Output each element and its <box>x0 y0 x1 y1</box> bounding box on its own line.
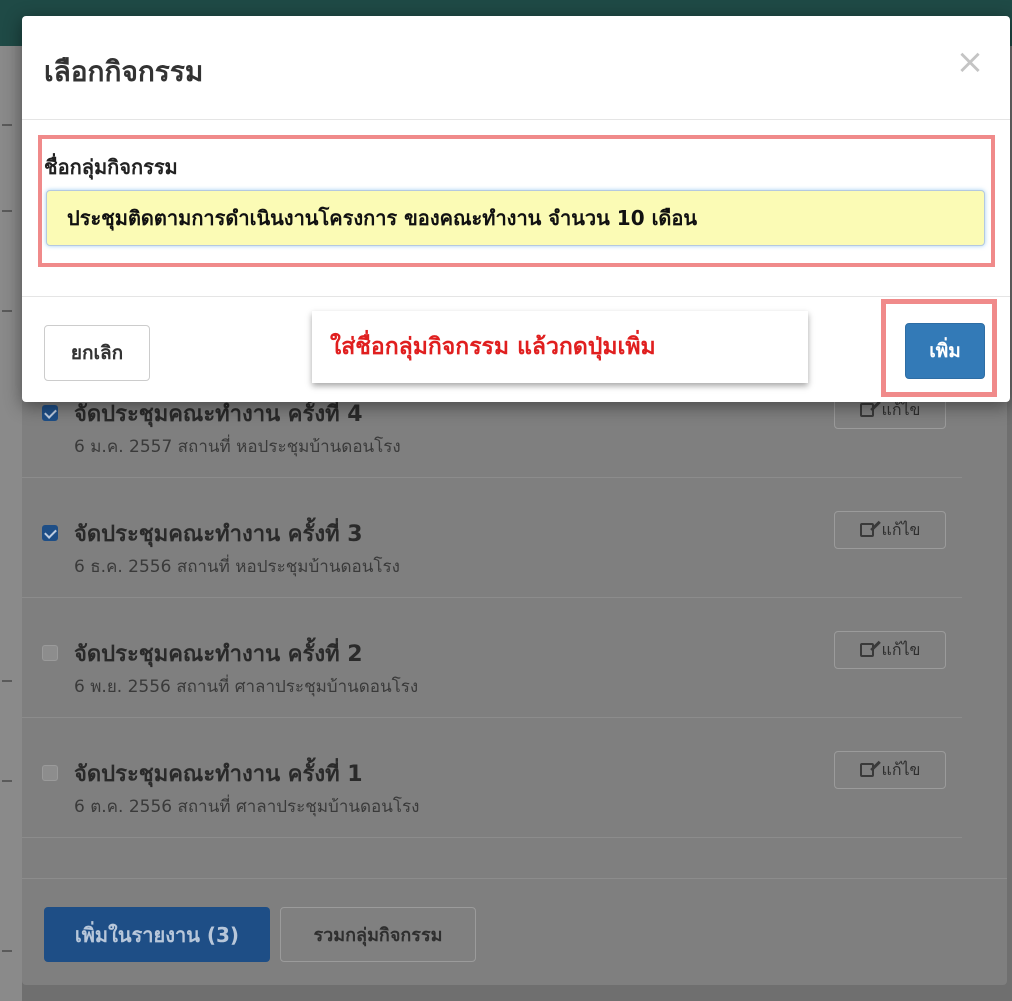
activity-row: จัดประชุมคณะทำงาน ครั้งที่ 2 6 พ.ย. 2556… <box>22 598 962 718</box>
activity-title: จัดประชุมคณะทำงาน ครั้งที่ 1 <box>74 762 363 787</box>
activity-detail: 6 พ.ย. 2556 สถานที่ ศาลาประชุมบ้านดอนโรง <box>74 677 419 697</box>
dialog-body: ชื่อกลุ่มกิจกรรม ประชุมติดตามการดำเนินงา… <box>22 120 1010 296</box>
edit-button-label: แก้ไข <box>881 639 921 659</box>
edit-icon <box>859 403 874 417</box>
activity-title: จัดประชุมคณะทำงาน ครั้งที่ 2 <box>74 642 363 667</box>
edit-button[interactable]: แก้ไข <box>834 751 946 789</box>
dialog-footer: ยกเลิก ใส่ชื่อกลุ่มกิจกรรม แล้วกดปุ่มเพิ… <box>22 296 1010 402</box>
background-page-fragment <box>2 296 12 312</box>
activity-detail: 6 ธ.ค. 2556 สถานที่ หอประชุมบ้านดอนโรง <box>74 557 400 577</box>
select-activity-dialog: เลือกกิจกรรม × ชื่อกลุ่มกิจกรรม ประชุมติ… <box>22 16 1010 402</box>
activity-group-name-label: ชื่อกลุ่มกิจกรรม <box>44 155 178 179</box>
cancel-button[interactable]: ยกเลิก <box>44 325 150 381</box>
background-page-fragment <box>2 196 12 212</box>
background-page-fragment <box>2 936 12 952</box>
background-page-fragment <box>2 766 12 782</box>
edit-icon <box>859 643 874 657</box>
edit-icon <box>859 523 874 537</box>
activity-title: จัดประชุมคณะทำงาน ครั้งที่ 3 <box>74 522 363 547</box>
dialog-title: เลือกกิจกรรม <box>44 55 204 88</box>
activity-row: จัดประชุมคณะทำงาน ครั้งที่ 1 6 ต.ค. 2556… <box>22 718 962 838</box>
activity-detail: 6 ต.ค. 2556 สถานที่ ศาลาประชุมบ้านดอนโรง <box>74 797 420 817</box>
activity-checkbox[interactable] <box>42 645 58 661</box>
background-page-fragment <box>2 110 12 126</box>
add-button[interactable]: เพิ่ม <box>905 323 985 379</box>
activity-row: จัดประชุมคณะทำงาน ครั้งที่ 3 6 ธ.ค. 2556… <box>22 478 962 598</box>
edit-button[interactable]: แก้ไข <box>834 631 946 669</box>
add-to-report-button[interactable]: เพิ่มในรายงาน (3) <box>44 907 270 962</box>
edit-icon <box>859 763 874 777</box>
activity-group-name-input[interactable]: ประชุมติดตามการดำเนินงานโครงการ ของคณะทำ… <box>46 190 985 246</box>
dialog-header: เลือกกิจกรรม × <box>22 16 1010 120</box>
activity-list-footer: เพิ่มในรายงาน (3) รวมกลุ่มกิจกรรม <box>22 878 1007 985</box>
activity-detail: 6 ม.ค. 2557 สถานที่ หอประชุมบ้านดอนโรง <box>74 437 401 457</box>
page-left-edge <box>0 46 22 1001</box>
edit-button-label: แก้ไข <box>881 519 921 539</box>
activity-checkbox[interactable] <box>42 405 58 421</box>
activity-checkbox[interactable] <box>42 765 58 781</box>
edit-button-label: แก้ไข <box>881 759 921 779</box>
instruction-callout: ใส่ชื่อกลุ่มกิจกรรม แล้วกดปุ่มเพิ่ม <box>312 311 808 383</box>
edit-button[interactable]: แก้ไข <box>834 511 946 549</box>
merge-activity-group-button[interactable]: รวมกลุ่มกิจกรรม <box>280 907 476 962</box>
activity-checkbox[interactable] <box>42 525 58 541</box>
close-icon[interactable]: × <box>952 44 988 80</box>
background-page-fragment <box>2 666 12 682</box>
